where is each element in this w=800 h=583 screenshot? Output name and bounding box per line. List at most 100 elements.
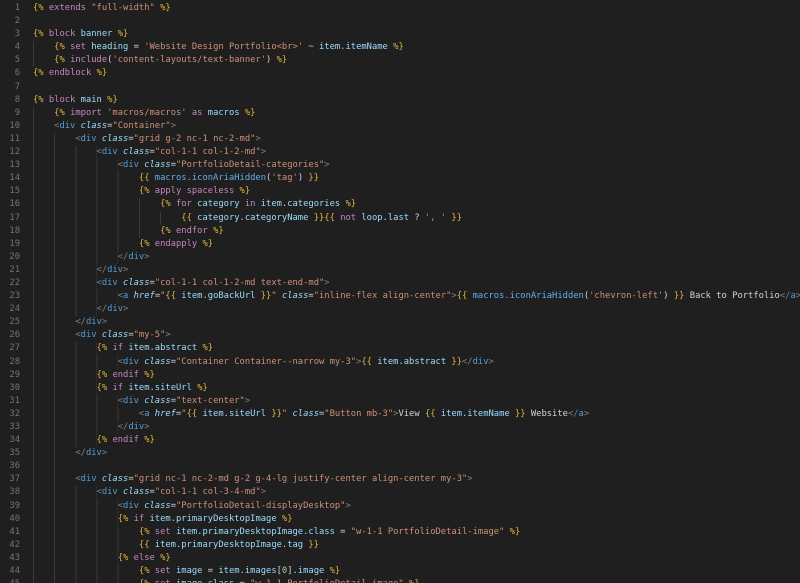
code-line[interactable]: 24</div> [0, 303, 800, 316]
code-text: {% apply spaceless %} [33, 185, 250, 198]
code-line[interactable]: 35</div> [0, 447, 800, 460]
code-text: {{ category.categoryName }}{{ not loop.l… [33, 212, 462, 225]
code-token: image.class [176, 579, 234, 583]
code-text: {% endblock %} [33, 67, 107, 80]
line-number: 16 [0, 198, 20, 211]
code-line[interactable]: 42{{ item.primaryDesktopImage.tag }} [0, 539, 800, 552]
code-token: {{ [425, 409, 441, 419]
code-line[interactable]: 11<div class="grid g-2 nc-1 nc-2-md"> [0, 133, 800, 146]
code-token: set [155, 527, 171, 537]
code-line[interactable]: 38 <div class="col-1-1 col-3-4-md"> [0, 486, 800, 499]
code-line[interactable]: 37<div class="grid nc-1 nc-2-md g-2 g-4-… [0, 473, 800, 486]
code-line[interactable]: 12<div class="col-1-1 col-1-2-md"> [0, 146, 800, 159]
code-line[interactable]: 28<div class="Container Container--narro… [0, 356, 800, 369]
code-token: href [155, 409, 176, 419]
code-token: "grid nc-1 nc-2-md g-2 g-4-lg justify-ce… [134, 474, 468, 484]
indent-guide [33, 565, 139, 578]
code-token: if [112, 383, 123, 393]
code-line[interactable]: 4{% set heading = 'Website Design Portfo… [0, 41, 800, 54]
code-line[interactable]: 32<a href="{{ item.siteUrl }}" class="Bu… [0, 408, 800, 421]
code-token: include [70, 55, 107, 65]
code-line[interactable]: 17{{ category.categoryName }}{{ not loop… [0, 212, 800, 225]
code-line[interactable]: 9{% import 'macros/macros' as macros %} [0, 107, 800, 120]
code-token: </ [118, 422, 129, 432]
code-token: = [128, 42, 144, 52]
code-token: > [324, 278, 329, 288]
line-number: 30 [0, 382, 20, 395]
code-line[interactable]: 40{% if item.primaryDesktopImage %} [0, 513, 800, 526]
code-line[interactable]: 20</div> [0, 251, 800, 264]
code-token: > [144, 422, 149, 432]
code-line[interactable]: 22<div class="col-1-1 col-1-2-md text-en… [0, 277, 800, 290]
line-number: 43 [0, 552, 20, 565]
code-line[interactable]: 8{% block main %} [0, 94, 800, 107]
code-token: {% [97, 435, 113, 445]
code-line[interactable]: 33</div> [0, 421, 800, 434]
code-text: {% for category in item.categories %} [33, 198, 356, 211]
code-line[interactable]: 14{{ macros.iconAriaHidden('tag') }} [0, 172, 800, 185]
code-token: </ [97, 265, 108, 275]
code-line[interactable]: 45{% set image.class = "w-1-1 PortfolioD… [0, 578, 800, 583]
line-number: 35 [0, 447, 20, 460]
code-token: {% [139, 239, 155, 249]
code-line[interactable]: 3{% block banner %} [0, 28, 800, 41]
code-line[interactable]: 2 [0, 15, 800, 28]
code-line[interactable]: 30{% if item.siteUrl %} [0, 382, 800, 395]
code-line[interactable]: 5{% include('content-layouts/text-banner… [0, 54, 800, 67]
indent-guide [33, 212, 181, 225]
code-token: "inline-flex align-center" [314, 291, 452, 301]
code-token: item.itemName [319, 42, 388, 52]
code-line[interactable]: 7 [0, 81, 800, 94]
line-number: 19 [0, 238, 20, 251]
code-line[interactable]: 10<div class="Container"> [0, 120, 800, 133]
code-line[interactable]: 23<a href="{{ item.goBackUrl }}" class="… [0, 290, 800, 303]
code-line[interactable]: 31<div class="text-center"> [0, 395, 800, 408]
indent-guide [33, 290, 118, 303]
indent-guide [33, 421, 118, 434]
code-line[interactable]: 29{% endif %} [0, 369, 800, 382]
code-token: set [155, 566, 171, 576]
code-line[interactable]: 1{% extends "full-width" %} [0, 2, 800, 15]
code-line[interactable]: 19{% endapply %} [0, 238, 800, 251]
code-line[interactable]: 6{% endblock %} [0, 67, 800, 80]
code-line[interactable]: 39<div class="PortfolioDetail-displayDes… [0, 500, 800, 513]
code-line[interactable]: 15{% apply spaceless %} [0, 185, 800, 198]
code-token: loop.last [361, 213, 409, 223]
code-line[interactable]: 43{% else %} [0, 552, 800, 565]
code-token: %} [160, 553, 171, 563]
code-editor[interactable]: 1{% extends "full-width" %}23{% block ba… [0, 0, 800, 583]
code-token: class [102, 134, 128, 144]
code-token: {% [139, 527, 155, 537]
code-token: class [102, 330, 128, 340]
code-token: {% [54, 42, 70, 52]
line-number: 28 [0, 356, 20, 369]
indent-guide [33, 54, 54, 67]
code-line[interactable]: 27{% if item.abstract %} [0, 342, 800, 355]
code-token: ) [266, 55, 277, 65]
line-number: 38 [0, 486, 20, 499]
code-token: endif [112, 370, 138, 380]
code-line[interactable]: 36 [0, 460, 800, 473]
code-line[interactable]: 44{% set image = item.images[0].image %} [0, 565, 800, 578]
line-number: 39 [0, 500, 20, 513]
code-token: div [102, 487, 118, 497]
code-token: %} [213, 226, 224, 236]
line-number: 44 [0, 565, 20, 578]
code-token: ~ [303, 42, 319, 52]
code-text: <div class="col-1-1 col-3-4-md"> [33, 486, 266, 499]
code-token: 'Website Design Portfolio<br>' [144, 42, 303, 52]
code-token: </ [780, 291, 791, 301]
line-number: 18 [0, 225, 20, 238]
code-line[interactable]: 34{% endif %} [0, 434, 800, 447]
code-line[interactable]: 16 {% for category in item.categories %} [0, 198, 800, 211]
line-number: 20 [0, 251, 20, 264]
code-token: "PortfolioDetail-displayDesktop" [176, 501, 345, 511]
code-token: </ [568, 409, 579, 419]
code-line[interactable]: 21</div> [0, 264, 800, 277]
code-line[interactable]: 25</div> [0, 316, 800, 329]
code-line[interactable]: 18{% endfor %} [0, 225, 800, 238]
code-text: {% import 'macros/macros' as macros %} [33, 107, 255, 120]
code-line[interactable]: 13<div class="PortfolioDetail-categories… [0, 159, 800, 172]
code-line[interactable]: 41{% set item.primaryDesktopImage.class … [0, 526, 800, 539]
code-line[interactable]: 26<div class="my-5"> [0, 329, 800, 342]
